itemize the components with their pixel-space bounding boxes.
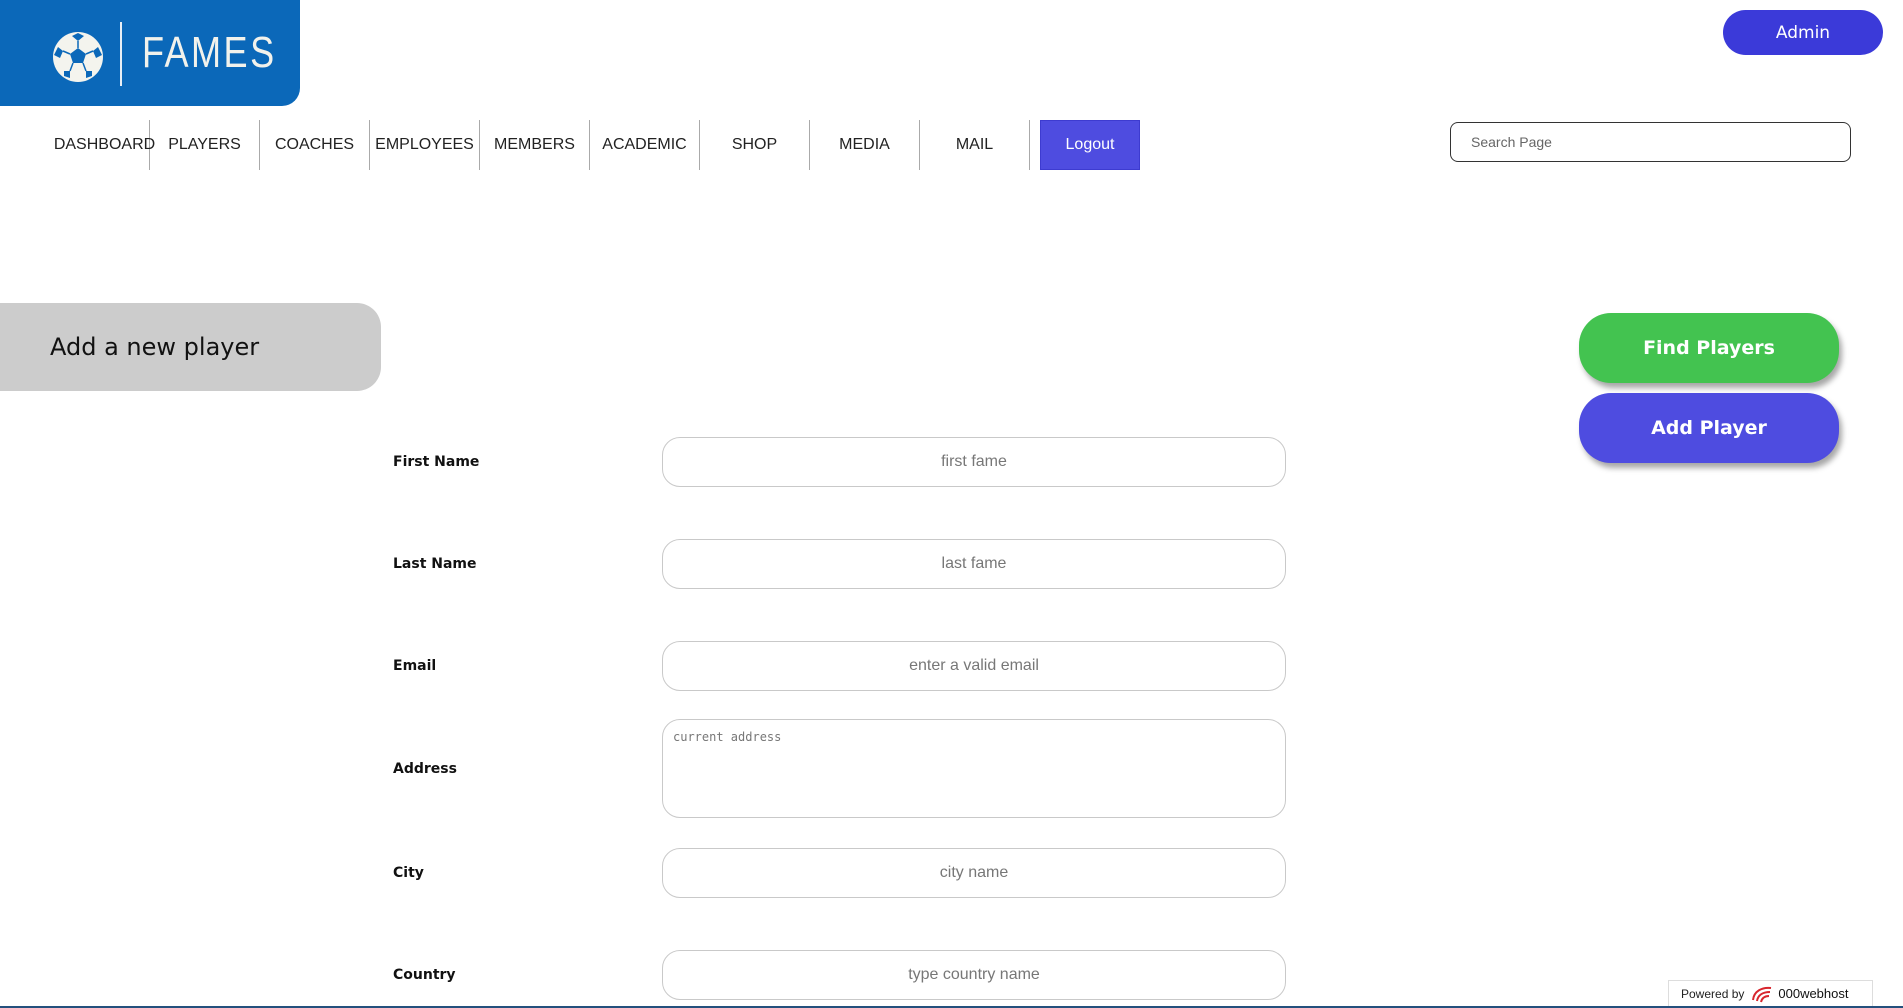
- powered-by-badge[interactable]: Powered by 000webhost: [1668, 980, 1873, 1006]
- first-name-field[interactable]: [662, 437, 1286, 487]
- host-brand: 000webhost: [1750, 985, 1849, 1003]
- host-name: 000webhost: [1778, 986, 1849, 1001]
- main-nav: DASHBOARD PLAYERS COACHES EMPLOYEES MEMB…: [54, 120, 1030, 170]
- nav-item-media[interactable]: MEDIA: [810, 120, 919, 170]
- address-field[interactable]: [662, 719, 1286, 818]
- email-label: Email: [393, 658, 437, 674]
- nav-item-coaches[interactable]: COACHES: [260, 120, 369, 170]
- logout-button[interactable]: Logout: [1040, 120, 1140, 170]
- nav-item-academic[interactable]: ACADEMIC: [590, 120, 699, 170]
- host-logo-icon: [1752, 986, 1772, 1002]
- city-label: City: [393, 865, 424, 881]
- email-field[interactable]: [662, 641, 1286, 691]
- page-title: Add a new player: [0, 303, 381, 391]
- powered-by-label: Powered by: [1681, 986, 1745, 1001]
- city-field[interactable]: [662, 848, 1286, 898]
- country-field[interactable]: [662, 950, 1286, 1000]
- nav-divider: [1029, 120, 1030, 170]
- nav-item-employees[interactable]: EMPLOYEES: [370, 120, 479, 170]
- country-label: Country: [393, 967, 456, 983]
- address-label: Address: [393, 761, 457, 777]
- last-name-label: Last Name: [393, 556, 477, 572]
- nav-item-shop[interactable]: SHOP: [700, 120, 809, 170]
- last-name-field[interactable]: [662, 539, 1286, 589]
- brand-name: FAMES: [142, 28, 277, 77]
- logo-block[interactable]: FAMES: [0, 0, 300, 106]
- admin-button[interactable]: Admin: [1723, 10, 1883, 55]
- first-name-label: First Name: [393, 454, 480, 470]
- nav-item-members[interactable]: MEMBERS: [480, 120, 589, 170]
- find-players-button[interactable]: Find Players: [1579, 313, 1839, 383]
- nav-item-players[interactable]: PLAYERS: [150, 120, 259, 170]
- add-player-button[interactable]: Add Player: [1579, 393, 1839, 463]
- nav-item-dashboard[interactable]: DASHBOARD: [54, 120, 155, 170]
- logo-divider: [120, 22, 122, 86]
- search-input[interactable]: [1450, 122, 1851, 162]
- page: FAMES Admin DASHBOARD PLAYERS COACHES EM…: [0, 0, 1903, 1008]
- nav-item-mail[interactable]: MAIL: [920, 120, 1029, 170]
- soccer-ball-icon: [53, 32, 103, 82]
